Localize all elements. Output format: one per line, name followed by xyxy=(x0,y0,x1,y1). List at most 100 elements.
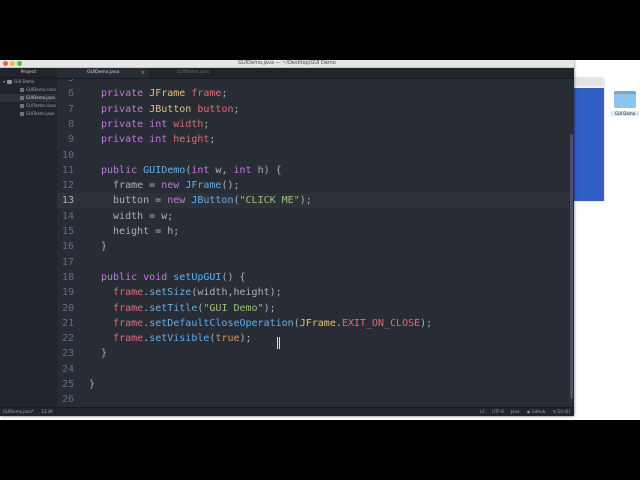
file-icon xyxy=(20,96,24,100)
code-text: } xyxy=(101,241,108,253)
line-number: 20 xyxy=(61,302,74,314)
status-git[interactable]: ⇅ Git (0) xyxy=(553,409,570,414)
desktop-folder[interactable]: GUI Demo xyxy=(611,88,639,116)
code-line[interactable]: 7 private JButton button; xyxy=(57,102,574,117)
project-header[interactable]: Project xyxy=(0,68,57,78)
status-file-name[interactable]: GUIDemo.java* xyxy=(3,409,34,414)
code-line[interactable]: 5 xyxy=(57,79,574,86)
status-github-label: GitHub xyxy=(531,409,546,414)
code-text: button = new JButton("CLICK ME"); xyxy=(101,195,312,207)
tab-bar: GUIDemo.java × GUITester.java xyxy=(57,68,574,79)
line-number: 11 xyxy=(61,164,74,176)
tree-file[interactable]: GUITester.java xyxy=(0,110,57,118)
line-number: 15 xyxy=(61,226,74,237)
desktop-folder-label: GUI Demo xyxy=(611,111,639,116)
title-bar[interactable]: GUIDemo.java — ~/Desktop/GUI Demo xyxy=(0,60,574,68)
code-line[interactable]: 19 frame.setSize(width,height); xyxy=(57,285,574,300)
line-number: 9 xyxy=(67,134,74,146)
background-window[interactable] xyxy=(572,78,604,201)
code-line[interactable]: 15 height = h; xyxy=(57,224,574,239)
code-line[interactable]: 20 frame.setTitle("GUI Demo"); xyxy=(57,301,574,316)
tree-file-label: GUITester.class xyxy=(26,103,57,108)
code-text: frame.setTitle("GUI Demo"); xyxy=(113,302,276,314)
line-number: 16 xyxy=(61,241,74,253)
code-line[interactable]: 12 frame = new JFrame(); xyxy=(57,178,574,193)
status-bar: GUIDemo.java* 13:39 LF UTF-8 Java ◉ GitH… xyxy=(0,407,574,416)
code-line[interactable]: 22 frame.setVisible(true); xyxy=(57,331,574,346)
line-number: 25 xyxy=(61,379,74,390)
tree-file-label: GUIDemo.class xyxy=(26,87,57,92)
code-line[interactable]: 9 private int height; xyxy=(57,132,574,147)
status-line-ending[interactable]: LF xyxy=(480,409,485,414)
code-text: } xyxy=(101,348,108,360)
code-text: } xyxy=(89,379,96,390)
line-number: 7 xyxy=(67,103,74,115)
file-icon xyxy=(20,104,24,108)
code-text: frame = new JFrame(); xyxy=(101,180,240,192)
tree-file-label: GUITester.java xyxy=(26,111,55,116)
code-text: public void setUpGUI() { xyxy=(101,271,246,283)
code-editor[interactable]: 5 6 private JFrame frame; 7 private JButton … xyxy=(57,79,574,408)
window-title: GUIDemo.java — ~/Desktop/GUI Demo xyxy=(238,60,336,66)
line-number: 22 xyxy=(61,333,74,345)
tree-file-label: GUIDemo.java xyxy=(26,95,55,100)
tab-label: GUITester.java xyxy=(177,70,210,75)
code-line[interactable]: 10 xyxy=(57,148,574,163)
line-number: 5 xyxy=(57,79,74,86)
code-text: public GUIDemo(int w, int h) { xyxy=(101,164,282,176)
line-number: 18 xyxy=(61,271,74,283)
tree-root-label: GUI Demo xyxy=(14,79,35,84)
code-line[interactable]: 13 button = new JButton("CLICK ME"); xyxy=(57,193,574,209)
file-icon xyxy=(20,88,24,92)
status-github[interactable]: ◉ GitHub xyxy=(527,409,546,414)
tab-label: GUIDemo.java xyxy=(87,70,120,75)
code-line[interactable]: 8 private int width; xyxy=(57,117,574,132)
line-number: 23 xyxy=(61,348,74,360)
code-line[interactable]: 21 frame.setDefaultCloseOperation(JFrame… xyxy=(57,316,574,331)
code-line[interactable]: 14 width = w; xyxy=(57,209,574,224)
code-line[interactable]: 24 xyxy=(57,362,574,377)
tab-guidemo-java[interactable]: GUIDemo.java × xyxy=(57,68,149,78)
code-line[interactable]: 18 public void setUpGUI() { xyxy=(57,270,574,285)
line-number: 14 xyxy=(61,210,74,222)
status-encoding[interactable]: UTF-8 xyxy=(492,409,504,414)
chevron-down-icon: ▾ xyxy=(3,79,6,84)
tree-view: Project ▾ GUI Demo GUIDemo.class GUIDemo.j… xyxy=(0,68,58,408)
line-number: 10 xyxy=(61,149,74,161)
scrollbar-thumb[interactable] xyxy=(570,134,573,399)
code-text: width = w; xyxy=(101,210,174,222)
folder-icon xyxy=(7,80,13,84)
line-number: 12 xyxy=(61,180,74,192)
tab-guitester-java[interactable]: GUITester.java xyxy=(149,68,241,78)
line-number: 17 xyxy=(61,256,74,268)
tree-file[interactable]: GUIDemo.java xyxy=(0,94,57,102)
code-line[interactable]: 26 xyxy=(57,392,574,407)
tree-root-folder[interactable]: ▾ GUI Demo xyxy=(0,78,57,86)
text-cursor-icon xyxy=(277,337,280,349)
status-git-label: Git (0) xyxy=(557,409,570,414)
close-icon[interactable]: × xyxy=(141,68,145,78)
status-grammar[interactable]: Java xyxy=(511,409,519,414)
code-line[interactable]: 11 public GUIDemo(int w, int h) { xyxy=(57,163,574,178)
code-text: height = h; xyxy=(101,226,180,237)
code-line[interactable]: 17 xyxy=(57,255,574,270)
editor-scrollbar[interactable] xyxy=(569,79,574,408)
code-text: frame.setSize(width,height); xyxy=(113,287,282,299)
line-number: 13 xyxy=(61,195,74,207)
tree-file[interactable]: GUIDemo.class xyxy=(0,86,57,94)
line-number: 19 xyxy=(61,287,74,299)
editor-window: GUIDemo.java — ~/Desktop/GUI Demo Projec… xyxy=(0,60,574,416)
status-cursor-position[interactable]: 13:39 xyxy=(41,409,53,414)
code-text: frame.setDefaultCloseOperation(JFrame.EX… xyxy=(113,317,433,329)
code-line[interactable]: 16} xyxy=(57,239,574,254)
code-line[interactable]: 25} xyxy=(57,377,574,392)
line-number: 6 xyxy=(67,88,74,100)
code-text: private JButton button; xyxy=(101,103,240,115)
code-text: frame.setVisible(true); xyxy=(113,333,252,345)
line-number: 21 xyxy=(61,317,74,329)
code-line[interactable]: 6 private JFrame frame; xyxy=(57,86,574,101)
code-line[interactable]: 23} xyxy=(57,346,574,361)
tree-file[interactable]: GUITester.class xyxy=(0,102,57,110)
code-text: private int height; xyxy=(101,134,216,146)
code-text: private JFrame frame; xyxy=(101,88,228,100)
